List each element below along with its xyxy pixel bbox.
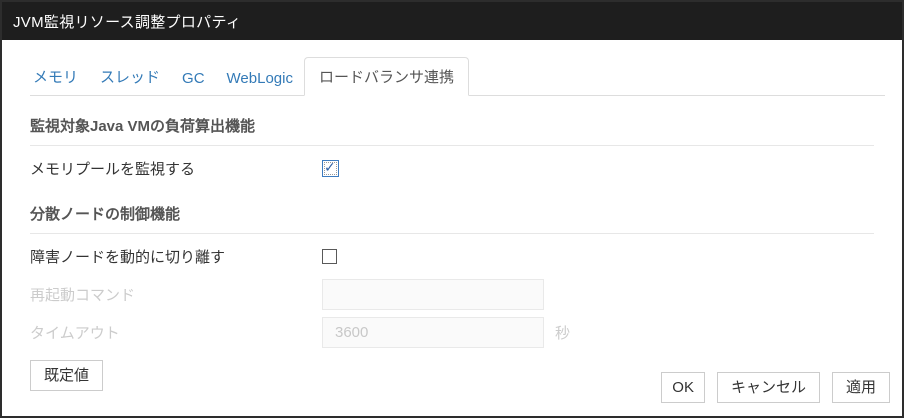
tab-panel-load-balancer: 監視対象Java VMの負荷算出機能 メモリプールを監視する ✓ 分散ノードの制…: [2, 115, 902, 348]
timeout-label: タイムアウト: [30, 322, 322, 343]
tab-memory[interactable]: メモリ: [30, 57, 89, 95]
cancel-button[interactable]: キャンセル: [717, 372, 820, 403]
jvm-monitor-resource-properties-dialog: JVM監視リソース調整プロパティ メモリ スレッド GC WebLogic ロー…: [0, 0, 904, 418]
section-heading-load-calculation: 監視対象Java VMの負荷算出機能: [30, 115, 874, 146]
field-row-isolate-failure-node: 障害ノードを動的に切り離す ✓: [30, 241, 874, 272]
restart-command-input: [322, 279, 544, 310]
isolate-failure-node-checkbox[interactable]: ✓: [322, 249, 337, 264]
tab-load-balancer-linkage[interactable]: ロードバランサ連携: [304, 57, 469, 96]
dialog-title: JVM監視リソース調整プロパティ: [13, 11, 241, 32]
section-heading-distributed-node-control: 分散ノードの制御機能: [30, 203, 874, 234]
tab-bar: メモリ スレッド GC WebLogic ロードバランサ連携: [30, 57, 885, 96]
timeout-unit-label: 秒: [555, 322, 570, 343]
field-row-monitor-memory-pool: メモリプールを監視する ✓: [30, 153, 874, 184]
field-row-timeout: タイムアウト 秒: [30, 317, 874, 348]
check-icon: ✓: [324, 159, 336, 176]
timeout-input: [322, 317, 544, 348]
ok-button[interactable]: OK: [661, 372, 705, 403]
field-row-restart-command: 再起動コマンド: [30, 279, 874, 310]
monitor-memory-pool-checkbox[interactable]: ✓: [322, 160, 339, 177]
tab-thread[interactable]: スレッド: [89, 57, 171, 95]
dialog-footer: OK キャンセル 適用: [649, 372, 890, 403]
apply-button[interactable]: 適用: [832, 372, 890, 403]
default-values-button[interactable]: 既定値: [30, 360, 103, 391]
dialog-titlebar: JVM監視リソース調整プロパティ: [2, 2, 902, 40]
tab-weblogic[interactable]: WebLogic: [216, 61, 304, 95]
restart-command-label: 再起動コマンド: [30, 284, 322, 305]
tab-gc[interactable]: GC: [171, 61, 216, 95]
monitor-memory-pool-label: メモリプールを監視する: [30, 158, 322, 179]
isolate-failure-node-label: 障害ノードを動的に切り離す: [30, 246, 322, 267]
